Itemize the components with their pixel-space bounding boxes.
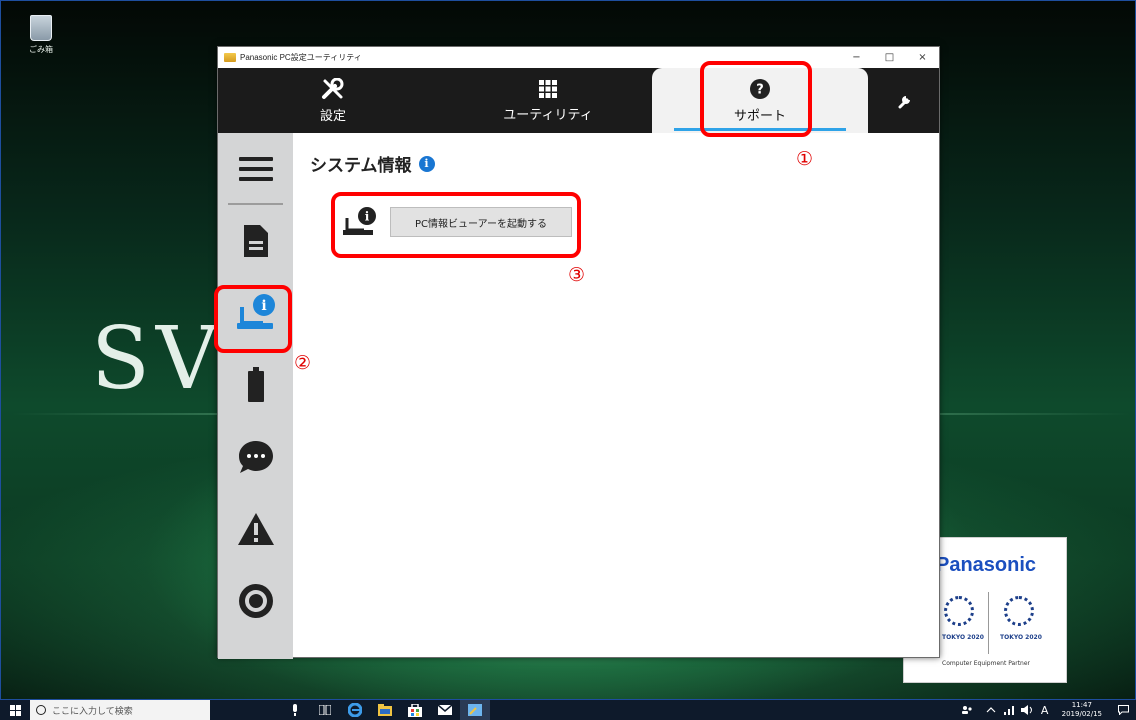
battery-icon — [247, 367, 264, 402]
system-tray: A 11:47 2019/02/15 — [952, 700, 1136, 720]
sidebar-item-battery[interactable] — [218, 349, 293, 421]
annotation-box-3 — [331, 192, 581, 258]
chevron-up-icon[interactable] — [982, 700, 1000, 720]
partner-caption: Computer Equipment Partner — [942, 660, 1031, 667]
page-title-text: システム情報 — [310, 156, 412, 176]
annotation-box-1 — [700, 61, 812, 137]
document-icon — [243, 225, 268, 257]
clock[interactable]: 11:47 2019/02/15 — [1062, 701, 1102, 719]
task-view-icon[interactable] — [310, 700, 340, 720]
ime-indicator[interactable]: A — [1036, 700, 1054, 720]
page-title: システム情報 i — [310, 151, 435, 176]
annotation-box-2 — [214, 285, 292, 353]
clock-time: 11:47 — [1071, 701, 1092, 709]
info-icon[interactable]: i — [418, 155, 435, 172]
olympic-emblem-icon — [944, 596, 974, 626]
annotation-callout-3: ③ — [568, 264, 586, 286]
microphone-icon[interactable] — [280, 700, 310, 720]
tab-utility[interactable]: ユーティリティ — [468, 68, 628, 133]
warning-icon — [237, 513, 274, 545]
sidebar-item-chat[interactable] — [218, 421, 293, 493]
wallpaper-logo-text: SV — [91, 309, 225, 409]
tab-settings[interactable]: 設定 — [288, 68, 378, 133]
wrench-icon — [898, 95, 910, 108]
tokyo-label-left: TOKYO 2020 — [942, 634, 984, 641]
store-icon[interactable] — [400, 700, 430, 720]
tab-settings-label: 設定 — [319, 108, 346, 124]
maximize-button[interactable]: □ — [873, 47, 906, 68]
start-button[interactable] — [0, 700, 30, 720]
close-button[interactable]: × — [906, 47, 939, 68]
pc-settings-utility-taskbar-icon[interactable] — [460, 700, 490, 720]
title-bar[interactable]: Panasonic PC設定ユーティリティ − □ × — [218, 47, 939, 68]
chat-icon — [238, 441, 273, 473]
brand-logo: Panasonic — [936, 554, 1037, 576]
tools-icon — [322, 77, 344, 99]
tab-utility-label: ユーティリティ — [503, 107, 593, 123]
hamburger-icon — [238, 151, 273, 187]
tab-tool[interactable] — [868, 68, 941, 133]
recycle-bin-icon — [30, 15, 52, 41]
cortana-icon — [36, 705, 46, 715]
network-icon[interactable] — [1000, 700, 1018, 720]
card-divider — [988, 592, 989, 654]
windows-logo-icon — [9, 704, 21, 716]
tokyo-label-right: TOKYO 2020 — [1000, 634, 1042, 641]
volume-icon[interactable] — [1018, 700, 1036, 720]
notifications-icon[interactable] — [1110, 700, 1136, 720]
sidebar-item-document[interactable] — [218, 205, 293, 277]
search-placeholder: ここに入力して検索 — [52, 706, 133, 717]
annotation-callout-2: ② — [294, 352, 312, 374]
top-navigation: 設定 ユーティリティ ? サポート — [218, 68, 939, 133]
clock-date: 2019/02/15 — [1061, 710, 1102, 718]
minimize-button[interactable]: − — [840, 47, 873, 68]
sidebar-item-warning[interactable] — [218, 493, 293, 565]
app-window: Panasonic PC設定ユーティリティ − □ × 設定 ユーティリティ ?… — [217, 46, 940, 659]
taskbar-search[interactable]: ここに入力して検索 — [30, 700, 210, 720]
app-icon — [224, 53, 236, 62]
edge-browser-icon[interactable] — [340, 700, 370, 720]
file-explorer-icon[interactable] — [370, 700, 400, 720]
window-title: Panasonic PC設定ユーティリティ — [240, 53, 362, 62]
annotation-callout-1: ① — [796, 148, 814, 170]
recycle-bin-label: ごみ箱 — [29, 45, 53, 54]
paralympic-emblem-icon — [1004, 596, 1034, 626]
grid-icon — [539, 79, 557, 98]
sidebar: i — [218, 133, 293, 659]
taskbar: ここに入力して検索 A 11:47 2019/02/15 — [0, 700, 1136, 720]
target-icon — [238, 584, 273, 618]
mail-icon[interactable] — [430, 700, 460, 720]
sidebar-item-menu[interactable] — [218, 133, 293, 205]
people-icon[interactable] — [952, 700, 982, 720]
recycle-bin[interactable]: ごみ箱 — [23, 15, 59, 55]
sidebar-item-target[interactable] — [218, 565, 293, 637]
